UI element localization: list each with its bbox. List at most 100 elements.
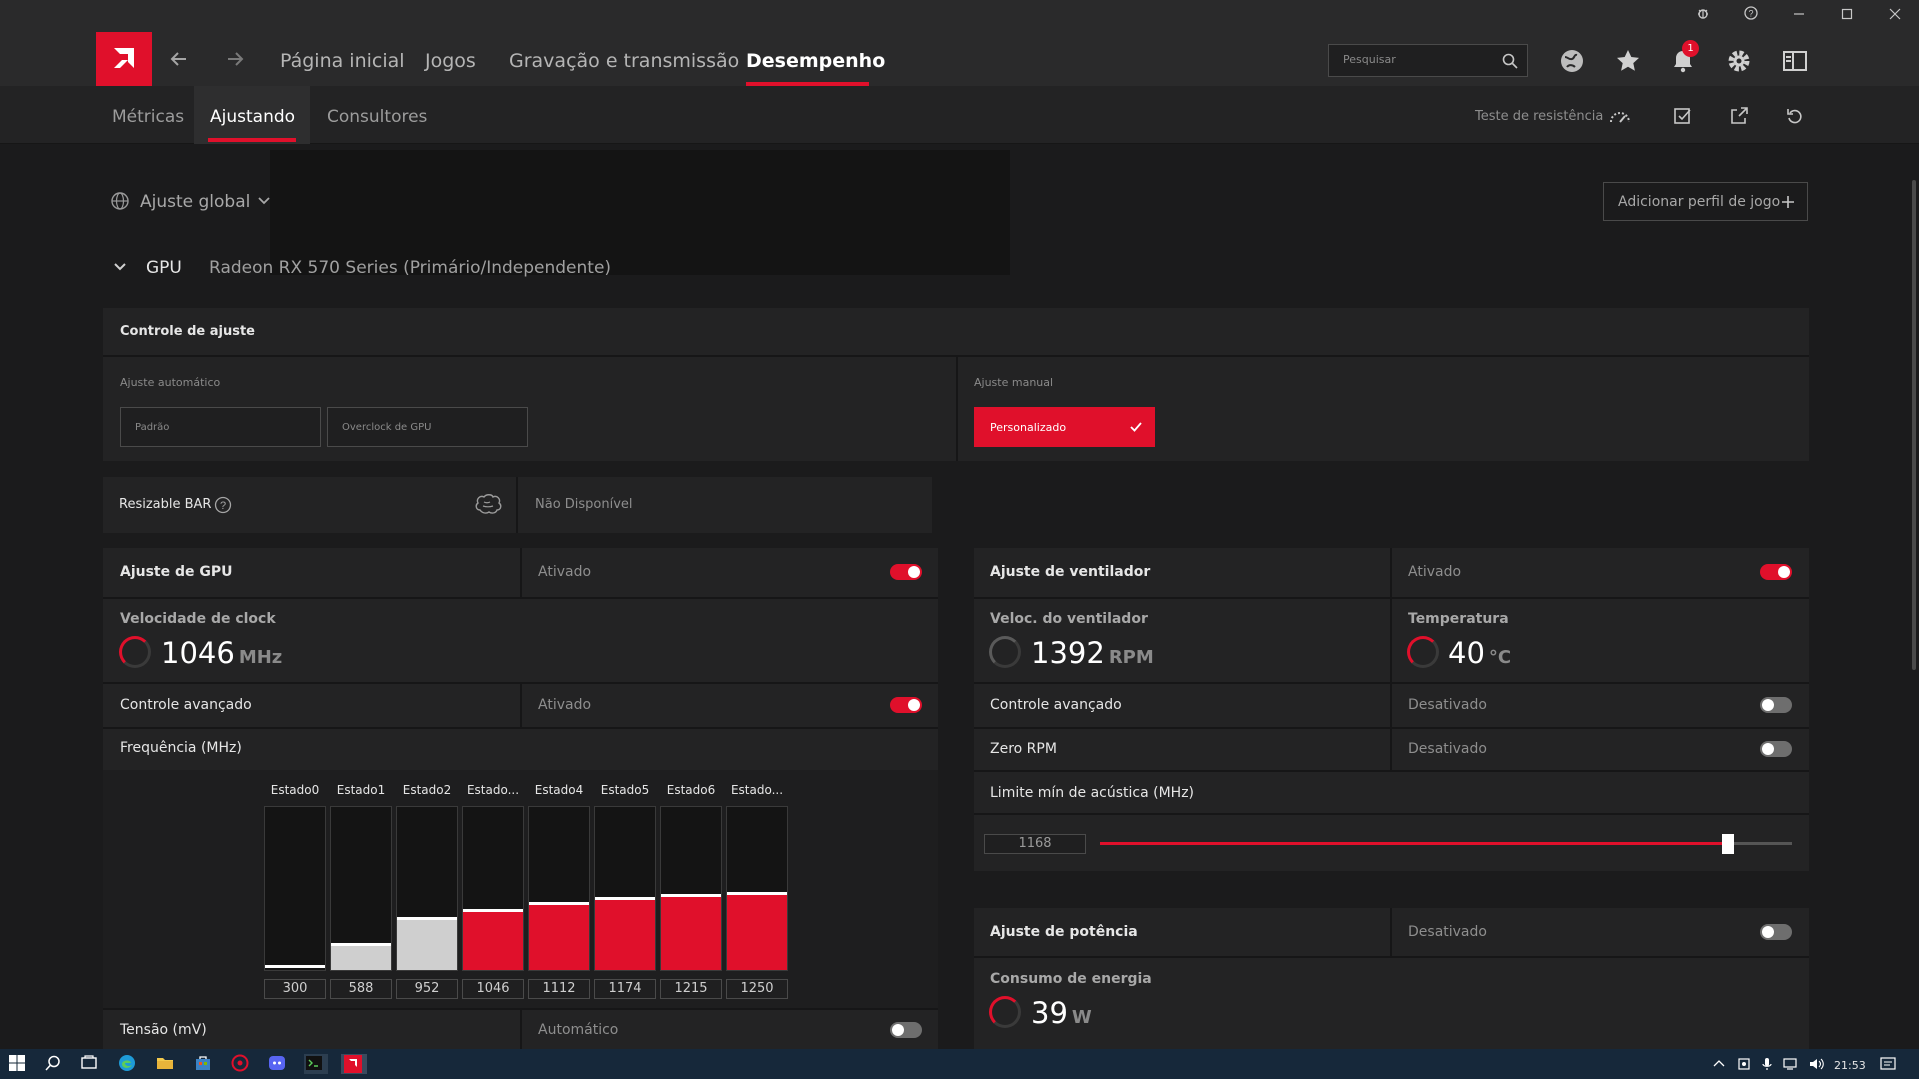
state-value[interactable]: 1250 [726,979,788,999]
global-tuning-dropdown[interactable]: Ajuste global [140,192,250,212]
scrollbar[interactable] [1912,180,1916,670]
power-tuning-toggle[interactable] [1760,924,1792,940]
task-view-icon[interactable] [80,1054,100,1074]
clock[interactable]: 21:53 [1834,1059,1866,1072]
state-bar[interactable] [330,806,392,971]
fan-tuning-toggle[interactable] [1760,564,1792,580]
notifications-center-icon[interactable] [1880,1057,1896,1074]
export-icon[interactable] [1729,106,1751,128]
tab-metrics[interactable]: Métricas [112,107,184,127]
state-bar-fill [397,917,457,970]
preset-overclock-button[interactable]: Overclock de GPU [327,407,528,447]
preset-default-button[interactable]: Padrão [120,407,321,447]
acoustic-slider-thumb[interactable] [1722,834,1734,854]
gpu-tuning-state: Ativado [538,564,592,580]
gpu-advanced-toggle[interactable] [890,697,922,713]
close-icon[interactable] [1884,6,1906,26]
state-bar[interactable] [264,806,326,971]
help-circle-icon[interactable]: ? [214,496,232,518]
tab-advisors[interactable]: Consultores [327,107,427,127]
nav-home[interactable]: Página inicial [280,50,405,72]
windows-start-icon[interactable] [8,1054,28,1074]
amd-logo[interactable] [96,32,152,86]
discord-icon[interactable] [268,1054,288,1074]
sidebar-toggle-icon[interactable] [1782,48,1810,74]
nav-performance[interactable]: Desempenho [746,50,885,72]
tray-chevron-icon[interactable] [1712,1057,1726,1074]
help-icon[interactable]: ? [1740,6,1762,26]
add-game-profile-button[interactable]: Adicionar perfil de jogo [1603,182,1808,221]
state-bar[interactable] [726,806,788,971]
state-bar-fill [331,943,391,970]
state-value[interactable]: 588 [330,979,392,999]
state-bar[interactable] [528,806,590,971]
custom-preset-button[interactable]: Personalizado [974,407,1155,447]
stress-test-label[interactable]: Teste de resistência [1475,109,1603,124]
state-bar[interactable] [594,806,656,971]
voltage-state: Automático [538,1022,619,1038]
state-bar[interactable] [660,806,722,971]
maximize-icon[interactable] [1836,6,1858,26]
microphone-icon[interactable] [1760,1057,1774,1074]
divider [520,1010,522,1049]
search-icon[interactable] [1502,53,1518,69]
state-value[interactable]: 1174 [594,979,656,999]
state-value[interactable]: 300 [264,979,326,999]
state-bar[interactable] [462,806,524,971]
gpu-collapse-chevron-icon[interactable] [112,259,128,279]
acoustic-slider-track[interactable] [1100,842,1792,845]
fan-tuning-title: Ajuste de ventilador [990,564,1151,580]
amd-software-taskbar-icon[interactable] [341,1054,367,1074]
zero-rpm-toggle[interactable] [1760,741,1792,757]
apply-changes-icon[interactable] [1673,106,1695,128]
star-icon[interactable] [1615,48,1643,74]
reset-icon[interactable] [1785,106,1807,128]
add-game-profile-label: Adicionar perfil de jogo [1618,194,1781,210]
chevron-down-icon[interactable] [256,193,272,213]
nav-games[interactable]: Jogos [425,50,476,72]
notification-badge: 1 [1682,40,1699,57]
state-value[interactable]: 1112 [528,979,590,999]
state-bar-handle[interactable] [265,965,325,968]
gpu-tuning-toggle[interactable] [890,564,922,580]
state-bar[interactable] [396,806,458,971]
globe-icon[interactable] [1559,48,1587,74]
tray-app-icon[interactable] [1737,1057,1751,1074]
state-bar-handle[interactable] [727,892,787,896]
state-value[interactable]: 1046 [462,979,524,999]
divider [520,548,522,597]
state-bar-handle[interactable] [331,942,391,946]
search-input[interactable]: Pesquisar [1328,44,1528,77]
stress-test-icon[interactable] [1608,106,1630,128]
preset-default-label: Padrão [135,422,170,433]
state-value[interactable]: 1215 [660,979,722,999]
state-bar-handle[interactable] [529,902,589,906]
media-app-icon[interactable] [231,1054,251,1074]
voltage-toggle[interactable] [890,1022,922,1038]
state-bar-handle[interactable] [463,908,523,912]
minimize-icon[interactable] [1788,6,1810,26]
back-icon[interactable] [168,48,190,76]
terminal-app-icon[interactable] [304,1054,328,1074]
auto-tuning-label: Ajuste automático [120,376,221,389]
bug-icon[interactable] [1692,6,1714,26]
tab-tuning[interactable]: Ajustando [210,107,295,127]
acoustic-limit-value[interactable]: 1168 [984,834,1086,854]
state-bar-handle[interactable] [661,894,721,898]
state-bar-handle[interactable] [595,897,655,901]
taskbar-search-icon[interactable] [44,1054,64,1074]
fan-advanced-toggle[interactable] [1760,697,1792,713]
network-icon[interactable] [1783,1057,1799,1074]
temperature-label: Temperatura [1408,611,1509,627]
file-explorer-icon[interactable] [156,1054,176,1074]
store-icon[interactable] [194,1054,214,1074]
blurred-overlay [270,150,1010,275]
gear-icon[interactable] [1726,48,1754,74]
state-value[interactable]: 952 [396,979,458,999]
forward-icon[interactable] [224,48,246,76]
volume-icon[interactable] [1808,1057,1824,1074]
gpu-name: Radeon RX 570 Series (Primário/Independe… [209,258,612,278]
nav-record-stream[interactable]: Gravação e transmissão [509,50,739,72]
edge-browser-icon[interactable] [118,1054,138,1074]
state-bar-handle[interactable] [397,916,457,920]
